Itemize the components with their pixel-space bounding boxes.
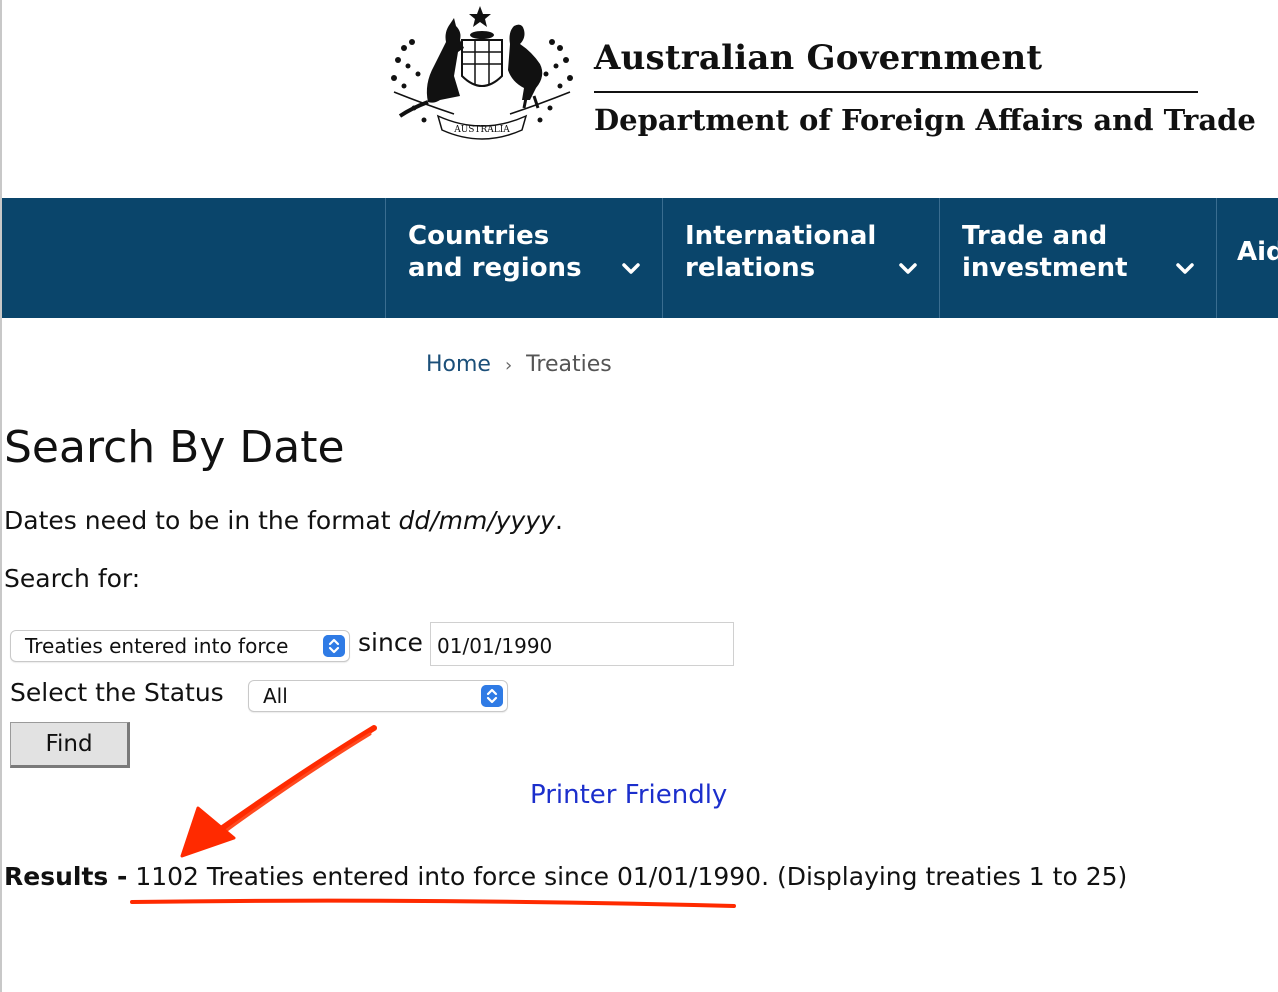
annotation-arrow [180,725,377,858]
select-updown-icon [481,685,503,707]
nav-item-international-relations[interactable]: International relations [662,198,940,318]
nav-item-label: International relations [685,221,877,283]
results-summary: Results - 1102 Treaties entered into for… [4,862,1127,891]
site-header: AUSTRALIA Australian Government Departme… [2,0,1278,198]
chevron-down-icon [899,263,917,274]
header-divider [594,91,1198,93]
format-note-format: dd/mm/yyyy [398,506,555,535]
status-select[interactable]: All [248,680,508,712]
nav-item-aid[interactable]: Aid [1216,198,1278,318]
nav-item-countries-and-regions[interactable]: Countries and regions [385,198,663,318]
search-type-select[interactable]: Treaties entered into force [10,630,350,662]
select-updown-icon [323,635,345,657]
breadcrumb-separator: › [504,355,513,376]
status-selected-value: All [263,684,288,708]
since-date-input[interactable] [430,622,734,666]
format-note-suffix: . [554,506,563,535]
printer-friendly-link[interactable]: Printer Friendly [530,780,727,810]
format-note-prefix: Dates need to be in the format [4,506,399,535]
government-name: Australian Government [594,38,1043,78]
chevron-down-icon [1176,263,1194,274]
date-format-note: Dates need to be in the format dd/mm/yyy… [4,506,563,535]
annotation-underline [130,898,736,908]
since-label: since [358,628,423,657]
results-text: 1102 Treaties entered into force since 0… [127,862,1128,891]
chevron-down-icon [622,263,640,274]
main-navigation: Countries and regions International rela… [2,198,1278,318]
coat-of-arms-icon: AUSTRALIA [391,6,573,140]
page: AUSTRALIA Australian Government Departme… [0,0,1278,992]
breadcrumb-home-link[interactable]: Home [426,352,491,377]
crest-scroll-text: AUSTRALIA [453,125,510,135]
nav-item-label: Aid [1237,237,1278,267]
search-type-selected-value: Treaties entered into force [25,634,289,658]
page-title: Search By Date [4,422,345,473]
breadcrumb-current: Treaties [526,352,612,377]
search-for-label: Search for: [4,564,141,593]
nav-item-label: Countries and regions [408,221,582,283]
find-button[interactable]: Find [10,722,130,768]
breadcrumb: Home › Treaties [426,352,612,377]
nav-item-trade-and-investment[interactable]: Trade and investment [939,198,1217,318]
nav-item-label: Trade and investment [962,221,1128,283]
results-label: Results - [4,862,128,891]
department-name: Department of Foreign Affairs and Trade [594,103,1256,137]
status-label: Select the Status [10,678,224,707]
